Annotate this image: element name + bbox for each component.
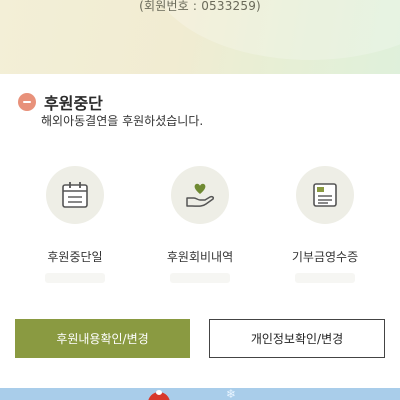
menu-label-dues-history: 후원회비내역 (166, 250, 234, 264)
menu-label-donation-receipt: 기부금영수증 (291, 250, 359, 264)
promo-banner[interactable]: ❄ (0, 388, 400, 400)
status-header: 후원중단 (18, 90, 103, 114)
personal-info-button[interactable]: 개인정보확인/변경 (209, 319, 385, 358)
menu-item-donation-receipt[interactable]: 기부금영수증 (280, 166, 370, 283)
hand-heart-icon (171, 166, 229, 224)
member-number: (회원번호 : 0533259) (139, 0, 261, 13)
snowflake-icon: ❄ (226, 388, 237, 400)
receipt-document-icon (296, 166, 354, 224)
status-title: 후원중단 (44, 94, 103, 113)
calendar-icon (46, 166, 104, 224)
menu-item-stop-date[interactable]: 후원중단일 (30, 166, 120, 283)
menu-sub-placeholder (45, 273, 105, 283)
santa-hat-icon (148, 390, 170, 400)
sponsorship-status: 후원중단 해외아동결연을 후원하셨습니다. (0, 74, 400, 144)
menu-label-stop-date: 후원중단일 (47, 250, 103, 264)
menu-sub-placeholder (295, 273, 355, 283)
menu-item-dues-history[interactable]: 후원회비내역 (155, 166, 245, 283)
menu-sub-placeholder (170, 273, 230, 283)
sponsorship-details-button[interactable]: 후원내용확인/변경 (15, 319, 190, 358)
status-description: 해외아동결연을 후원하셨습니다. (41, 114, 204, 128)
member-banner: (회원번호 : 0533259) (0, 0, 400, 74)
minus-icon (18, 93, 36, 111)
